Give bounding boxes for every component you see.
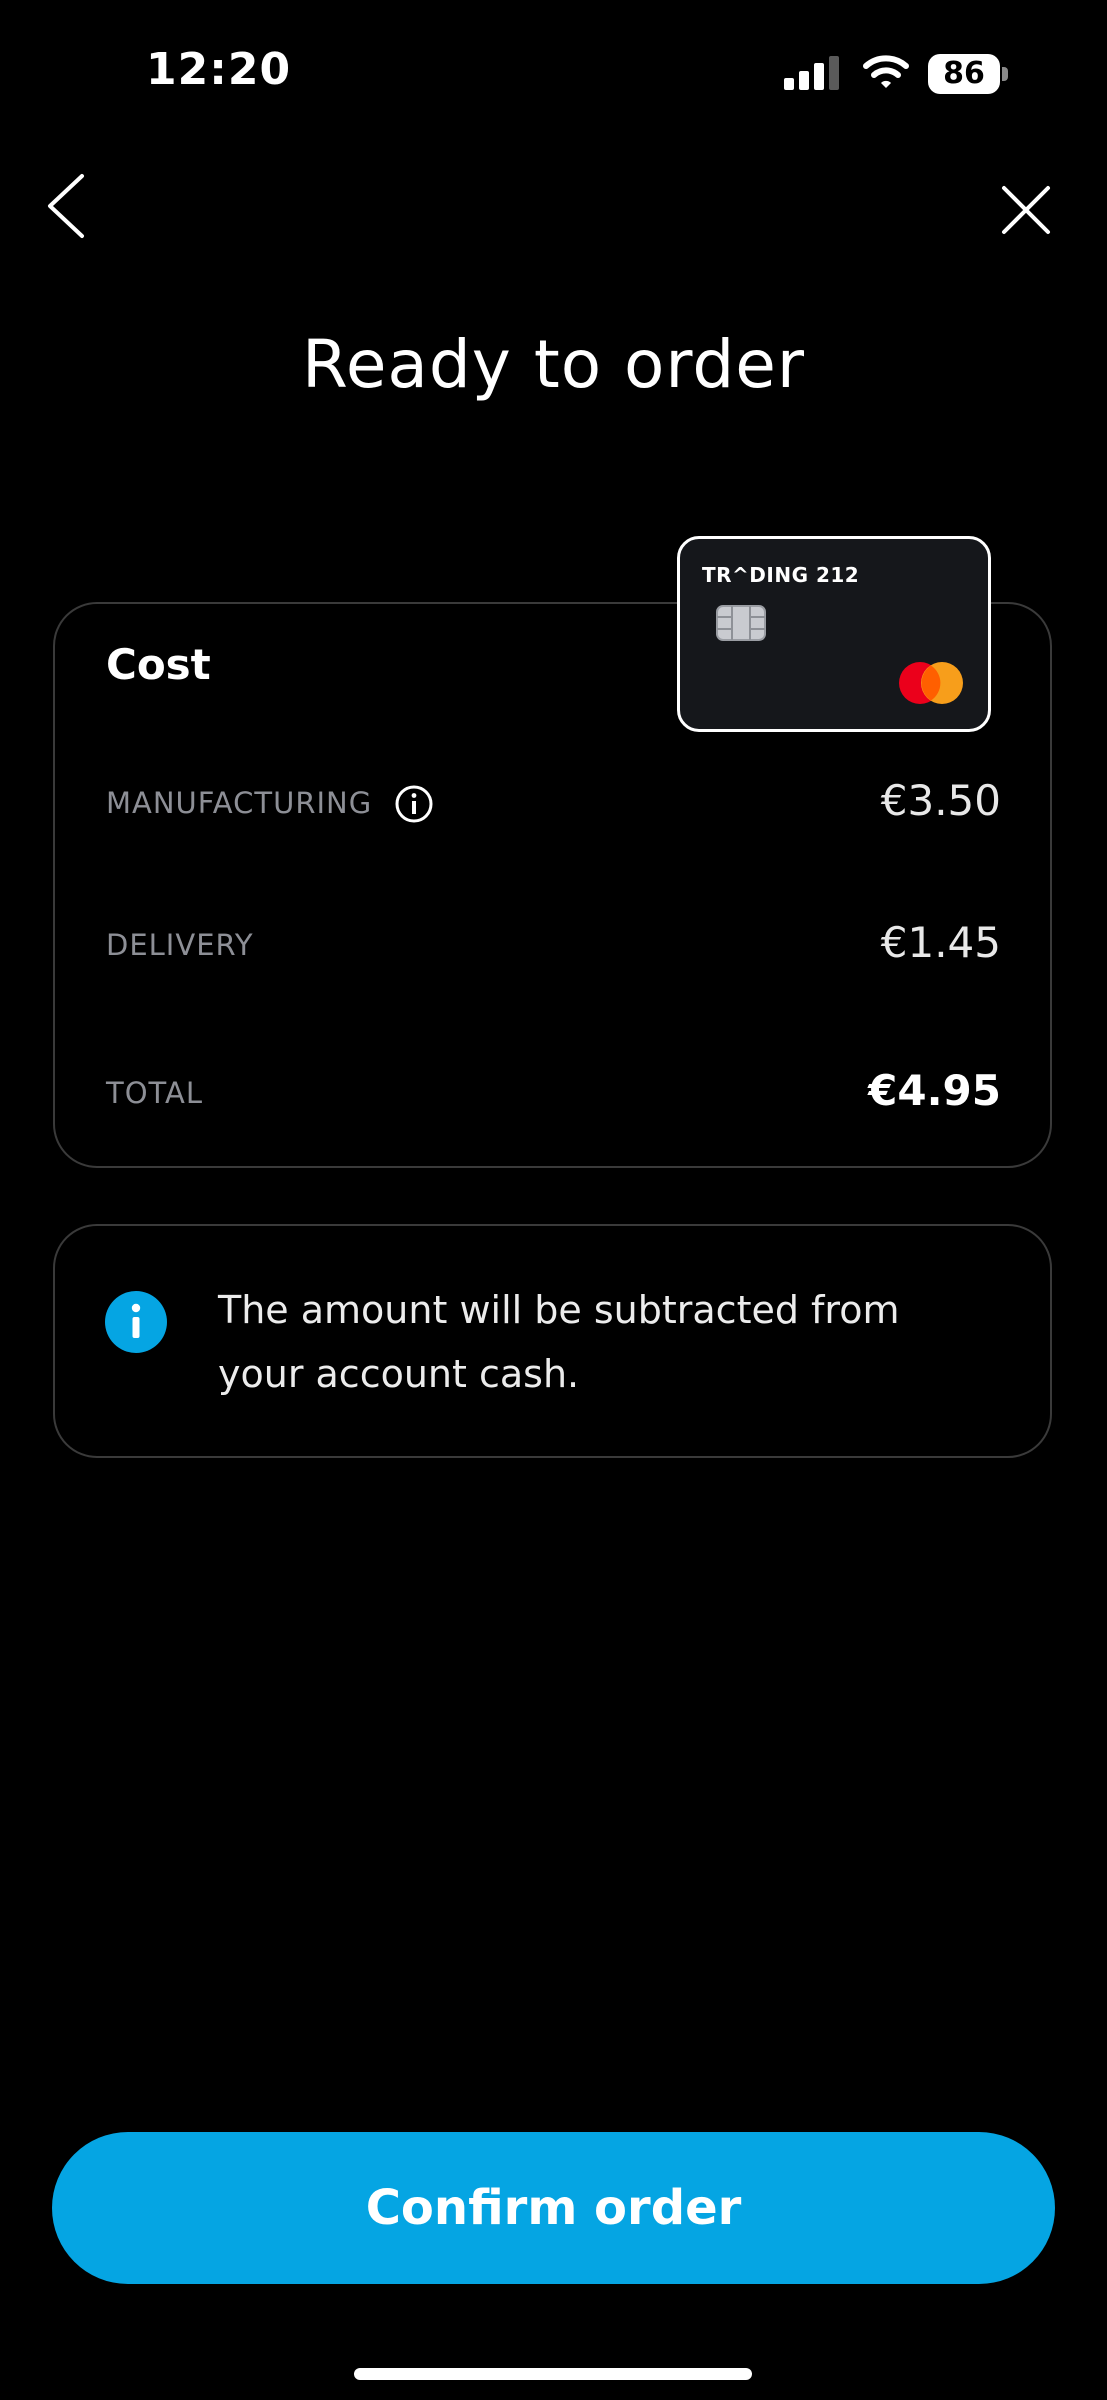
info-outline-icon[interactable] <box>394 784 434 824</box>
confirm-order-button[interactable]: Confirm order <box>52 2132 1055 2284</box>
info-filled-icon <box>105 1291 167 1353</box>
delivery-value: €1.45 <box>880 918 1001 967</box>
back-arrow-icon[interactable] <box>40 170 92 242</box>
mastercard-logo <box>899 662 963 704</box>
delivery-label: DELIVERY <box>106 928 254 962</box>
manufacturing-value: €3.50 <box>880 776 1001 825</box>
page-title: Ready to order <box>301 326 806 403</box>
total-value: €4.95 <box>868 1066 1001 1115</box>
cost-heading: Cost <box>106 640 211 689</box>
home-indicator[interactable] <box>354 2368 752 2380</box>
chip-icon <box>716 605 766 641</box>
info-message: The amount will be subtracted from your … <box>218 1288 900 1396</box>
total-label: TOTAL <box>106 1076 203 1110</box>
close-icon[interactable] <box>996 180 1056 240</box>
status-time: 12:20 <box>146 44 292 95</box>
battery-level: 86 <box>928 54 1000 94</box>
signal-icon <box>784 56 839 90</box>
card-brand-text: TR^DING 212 <box>702 563 860 587</box>
debit-card-image: TR^DING 212 <box>677 536 991 732</box>
battery-icon: 86 <box>928 54 1010 94</box>
wifi-icon <box>863 55 909 88</box>
manufacturing-label: MANUFACTURING <box>106 786 373 820</box>
